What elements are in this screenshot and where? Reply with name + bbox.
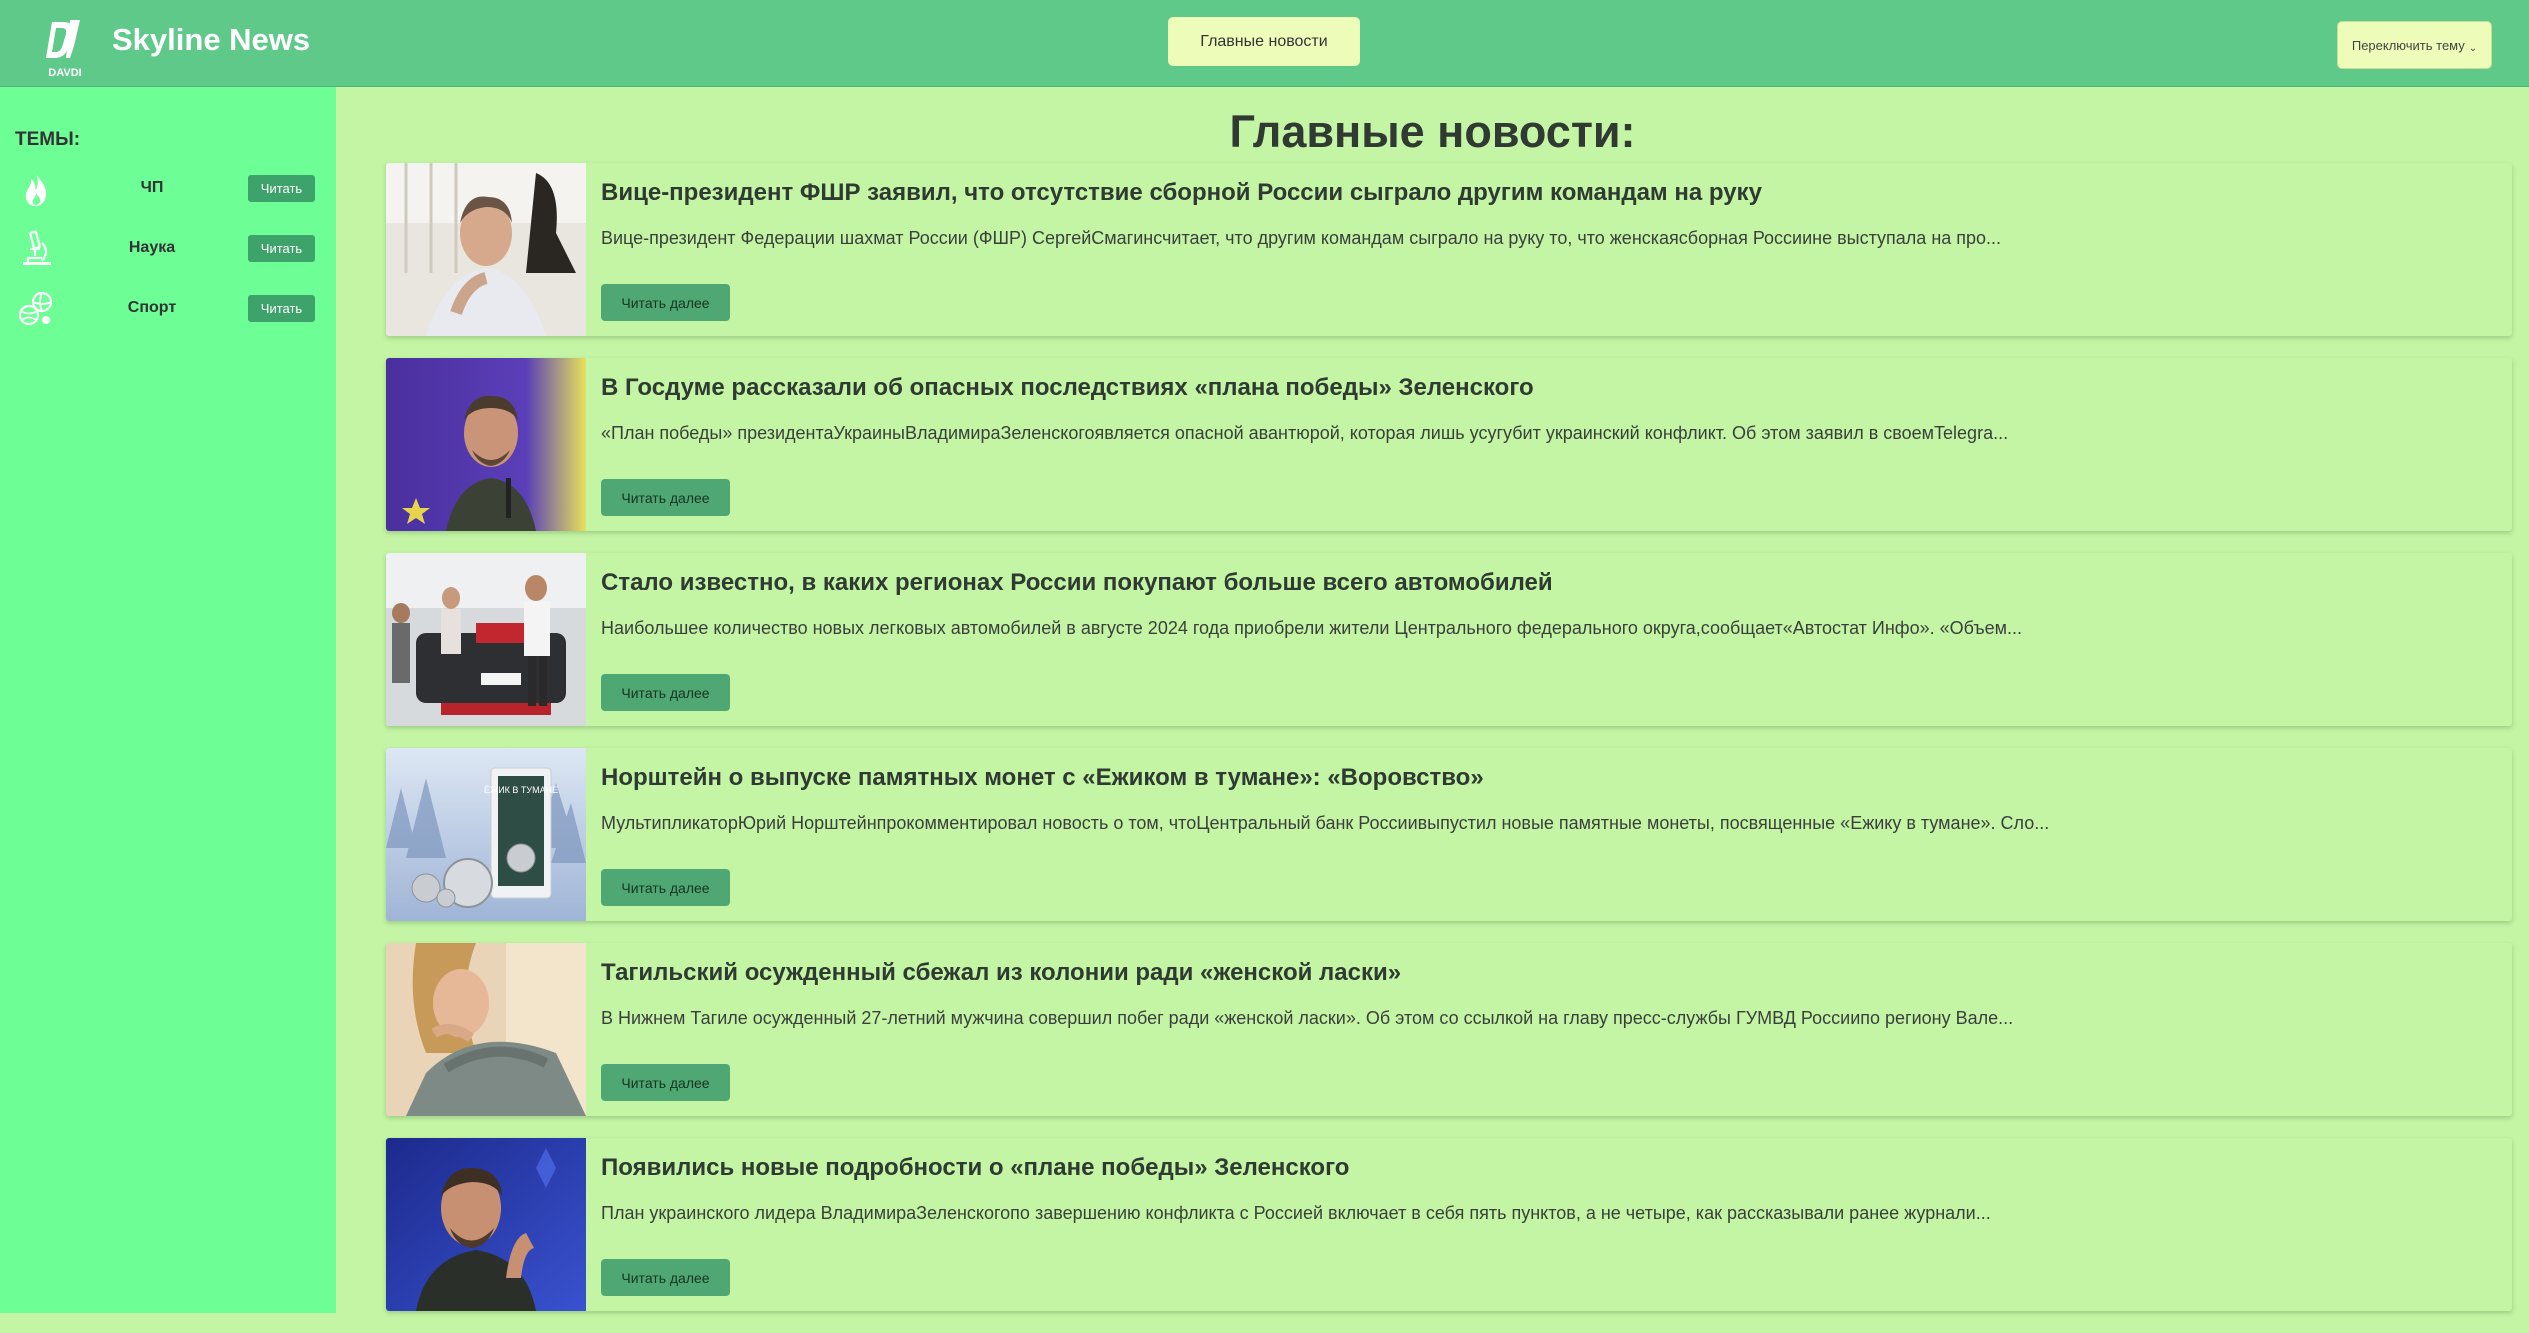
topic-label: Спорт: [127, 299, 177, 316]
topic-label: Наука: [128, 239, 176, 256]
fire-icon: [25, 172, 47, 206]
read-more-button[interactable]: Читать далее: [601, 1259, 730, 1296]
sidebar-heading: ТЕМЫ:: [15, 129, 81, 150]
news-card: Появились новые подробности о «плане поб…: [386, 1138, 2512, 1311]
page-title: Главные новости:: [1229, 106, 1636, 157]
news-description: «План победы» президентаУкраиныВладимира…: [601, 423, 2009, 443]
news-thumbnail[interactable]: ЁЖИК В ТУМАНЕ: [386, 748, 586, 921]
news-description: В Нижнем Тагиле осужденный 27-летний муж…: [601, 1008, 2014, 1028]
read-more-button[interactable]: Читать далее: [601, 1064, 730, 1101]
news-card: Стало известно, в каких регионах России …: [386, 553, 2512, 726]
news-thumbnail[interactable]: [386, 553, 586, 726]
news-description: Вице-президент Федерации шахмат России (…: [601, 228, 2002, 248]
news-card: В Госдуме рассказали об опасных последст…: [386, 358, 2512, 531]
read-more-button[interactable]: Читать далее: [601, 284, 730, 321]
chevron-down-icon: ⌄: [2468, 42, 2478, 54]
topic-label: ЧП: [140, 179, 164, 196]
site-title[interactable]: Skyline News: [112, 22, 310, 58]
news-thumbnail[interactable]: [386, 163, 586, 336]
news-card: ЁЖИК В ТУМАНЕ Норштейн о выпуске памятны…: [386, 748, 2512, 921]
theme-switch-label: Переключить тему: [2351, 37, 2465, 53]
news-card: Вице-президент ФШР заявил, что отсутстви…: [386, 163, 2512, 336]
news-title[interactable]: Вице-президент ФШР заявил, что отсутстви…: [601, 179, 2492, 207]
read-more-button[interactable]: Читать далее: [601, 479, 730, 516]
news-title[interactable]: Норштейн о выпуске памятных монет с «Ежи…: [601, 764, 2492, 792]
topics-sidebar: ТЕМЫ: ЧП Читать Наука Читать Спорт Читат…: [0, 87, 336, 1313]
read-more-button[interactable]: Читать далее: [601, 869, 730, 906]
news-title[interactable]: В Госдуме рассказали об опасных последст…: [601, 374, 2492, 402]
logo-text: DAVDI: [48, 67, 81, 79]
sports-balls-icon: [18, 291, 53, 326]
news-card: Тагильский осужденный сбежал из колонии …: [386, 943, 2512, 1116]
sidebar-topic-science: Наука Читать: [0, 225, 336, 273]
main-news-button[interactable]: Главные новости: [1168, 17, 1360, 66]
news-description: Наибольшее количество новых легковых авт…: [601, 618, 2022, 638]
read-topic-button[interactable]: Читать: [248, 175, 315, 202]
news-title[interactable]: Появились новые подробности о «плане поб…: [601, 1154, 2492, 1182]
news-title[interactable]: Тагильский осужденный сбежал из колонии …: [601, 959, 2492, 987]
news-title[interactable]: Стало известно, в каких регионах России …: [601, 569, 2492, 597]
news-description: План украинского лидера ВладимираЗеленск…: [601, 1203, 1991, 1223]
news-thumbnail[interactable]: [386, 943, 586, 1116]
news-description: МультипликаторЮрий Норштейнпрокомментиро…: [601, 813, 2050, 833]
read-topic-button[interactable]: Читать: [248, 235, 315, 262]
davdi-logo[interactable]: DAVDI: [44, 18, 86, 82]
microscope-icon: [23, 230, 51, 265]
coin-box-label: ЁЖИК В ТУМАНЕ: [484, 785, 558, 795]
news-thumbnail[interactable]: [386, 1138, 586, 1311]
sidebar-topic-sport: Спорт Читать: [0, 285, 336, 333]
read-topic-button[interactable]: Читать: [248, 295, 315, 322]
top-header: DAVDI Skyline News Главные новости Перек…: [0, 0, 2529, 87]
theme-switch-button[interactable]: Переключить тему ⌄: [2337, 21, 2492, 69]
read-more-button[interactable]: Читать далее: [601, 674, 730, 711]
news-thumbnail[interactable]: [386, 358, 586, 531]
news-list: Вице-президент ФШР заявил, что отсутстви…: [386, 163, 2512, 1333]
sidebar-topic-emergency: ЧП Читать: [0, 165, 336, 213]
